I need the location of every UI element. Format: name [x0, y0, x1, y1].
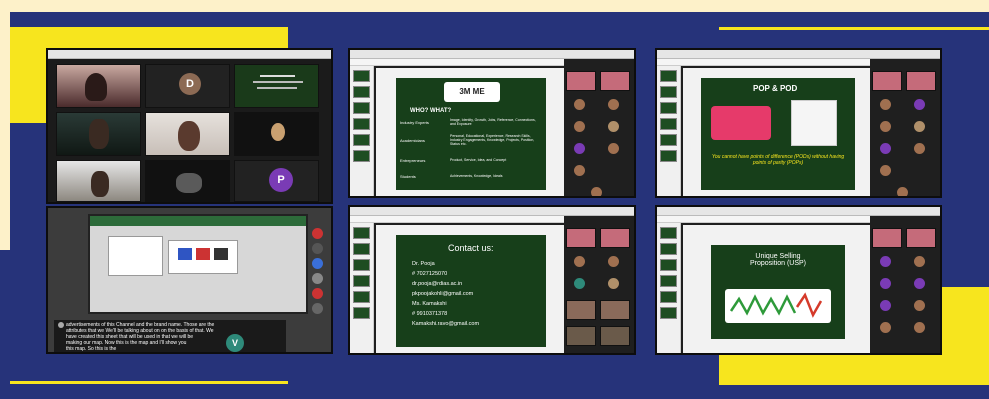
- slide: Unique Selling Proposition (USP): [711, 245, 845, 339]
- slide-usp-screenshot: Unique Selling Proposition (USP): [655, 205, 942, 355]
- participant-sidebar: [870, 59, 940, 196]
- row-label: Academicians: [400, 138, 425, 143]
- contact-line: dr.pooja@rdias.ac.in: [412, 281, 463, 287]
- slide-thumbnails: [350, 223, 374, 353]
- slide: POP & POD You cannot have points of diff…: [701, 78, 855, 190]
- slide-title: WHO? WHAT?: [410, 108, 452, 114]
- video-tile: [234, 112, 319, 156]
- slide-thumbnails: [657, 223, 681, 353]
- yellow-line-top-right: [719, 27, 989, 30]
- contact-line: # 9910371378: [412, 311, 448, 317]
- avatar: V: [226, 334, 244, 352]
- hand-pointer-image: [711, 106, 771, 140]
- avatar: P: [269, 168, 293, 192]
- browser-bar: [48, 50, 331, 59]
- contact-line: Ms. Kamakshi: [412, 301, 447, 307]
- slide-area: POP & POD You cannot have points of diff…: [683, 68, 873, 196]
- video-tile: [145, 112, 230, 156]
- screen-share-photo: advertisements of this Channel and the b…: [46, 206, 333, 354]
- row-value: Achievements, Knowledge, Ideals: [450, 174, 503, 178]
- taskbar-icons: [310, 228, 326, 338]
- slide-area: Unique Selling Proposition (USP): [683, 225, 873, 353]
- video-tile: [145, 160, 230, 202]
- browser-bar: [657, 50, 940, 59]
- ppt-ribbon: [350, 216, 564, 223]
- contact-line: Kamakshi.ravo@gmail.com: [412, 321, 480, 327]
- row-value: Personal, Educational, Experience, Resea…: [450, 134, 535, 146]
- video-tile: D: [145, 64, 230, 108]
- ppt-ribbon: [657, 59, 870, 66]
- contact-line: # 7027125070: [412, 271, 448, 277]
- usp-graphic: [725, 289, 831, 323]
- video-tile: P: [234, 160, 319, 202]
- caption-line: this map. So this is the: [66, 346, 117, 352]
- slide-caption: You cannot have points of difference (PO…: [711, 154, 845, 166]
- row-value: Image, Identity, Growth, Jobs, Reference…: [450, 118, 536, 126]
- video-tile: [234, 64, 319, 108]
- browser-bar: [350, 207, 634, 216]
- cream-band-top: [0, 0, 989, 12]
- slide-area: 3M ME WHO? WHAT? Industry Experts Image,…: [376, 68, 566, 196]
- laptop-screen: [88, 214, 308, 314]
- participant-sidebar: [870, 216, 940, 353]
- video-tile: [56, 112, 141, 156]
- row-label: Industry Experts: [400, 120, 429, 125]
- video-tile: [56, 64, 141, 108]
- slide-title: Unique Selling Proposition (USP): [749, 253, 807, 267]
- browser-bar: [657, 207, 940, 216]
- cream-band-left: [0, 0, 10, 250]
- video-tile: [56, 160, 141, 202]
- contact-line: pkpoojakohli@gmail.com: [412, 291, 474, 297]
- ppt-ribbon: [350, 59, 564, 66]
- participant-sidebar: [564, 59, 634, 196]
- slide: Contact us: Dr. Pooja # 7027125070 dr.po…: [396, 235, 546, 347]
- slide-thumbnails: [350, 66, 374, 196]
- row-label: Entrepreneurs: [400, 158, 426, 163]
- caption-box: advertisements of this Channel and the b…: [54, 320, 286, 352]
- slide-title: Contact us:: [448, 243, 494, 253]
- slide-title: POP & POD: [753, 84, 798, 93]
- logo-3m-me: 3M ME: [444, 82, 500, 102]
- row-label: Students: [400, 174, 416, 179]
- row-value: Product, Service, Idea, and Concept: [450, 158, 507, 162]
- slide-area: Contact us: Dr. Pooja # 7027125070 dr.po…: [376, 225, 566, 353]
- video-call-grid-screenshot: D P: [46, 48, 333, 204]
- yellow-line-bottom-left: [10, 381, 288, 384]
- participant-sidebar: [564, 216, 634, 353]
- slide-thumbnails: [657, 66, 681, 196]
- slide: 3M ME WHO? WHAT? Industry Experts Image,…: [396, 78, 546, 190]
- slide-who-what-screenshot: 3M ME WHO? WHAT? Industry Experts Image,…: [348, 48, 636, 198]
- slide-contact-screenshot: Contact us: Dr. Pooja # 7027125070 dr.po…: [348, 205, 636, 355]
- browser-bar: [350, 50, 634, 59]
- cartoon-image: [791, 100, 837, 146]
- slide-pop-pod-screenshot: POP & POD You cannot have points of diff…: [655, 48, 942, 198]
- contact-line: Dr. Pooja: [412, 261, 435, 267]
- avatar: D: [179, 73, 201, 95]
- ppt-ribbon: [657, 216, 870, 223]
